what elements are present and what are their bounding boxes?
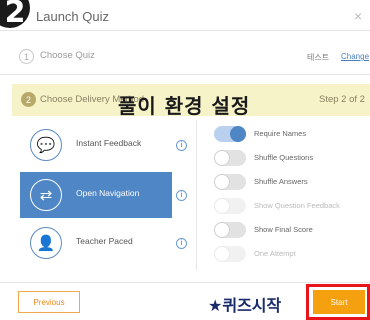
toggle-one-attempt[interactable]: One Attempt: [214, 244, 370, 264]
delivery-mode-label: Teacher Paced: [76, 236, 133, 246]
delivery-mode-label: Open Navigation: [76, 188, 140, 198]
step-number: 2: [21, 92, 36, 107]
toggle-switch[interactable]: [214, 174, 246, 190]
change-link[interactable]: Change: [341, 52, 369, 61]
delivery-mode-label: Instant Feedback: [76, 138, 142, 148]
toggle-switch[interactable]: [214, 222, 246, 238]
toggle-shuffle-answers[interactable]: Shuffle Answers: [214, 172, 370, 192]
toggle-label: Shuffle Answers: [254, 177, 308, 186]
info-icon[interactable]: i: [176, 190, 187, 201]
panel-divider: [196, 120, 197, 270]
toggle-require-names[interactable]: Require Names: [214, 124, 370, 144]
delivery-mode-instant-feedback[interactable]: 💬 Instant Feedback: [20, 122, 172, 168]
previous-button[interactable]: Previous: [18, 291, 80, 313]
toggle-switch[interactable]: [214, 126, 246, 142]
feedback-icon: 💬: [30, 129, 62, 161]
toggle-shuffle-questions[interactable]: Shuffle Questions: [214, 148, 370, 168]
overlay-caption: 풀이 환경 설정: [118, 94, 251, 118]
info-icon[interactable]: i: [176, 238, 187, 249]
delivery-mode-open-navigation[interactable]: ⇄ Open Navigation: [20, 172, 172, 218]
teacher-icon: 👤: [30, 227, 62, 259]
toggle-switch[interactable]: [214, 150, 246, 166]
info-icon[interactable]: i: [176, 140, 187, 151]
launch-quiz-dialog: 2 Launch Quiz × 1 Choose Quiz 테스트 Change…: [0, 0, 370, 320]
start-quiz-annotation: ★퀴즈시작: [208, 296, 282, 315]
toggle-switch[interactable]: [214, 246, 246, 262]
toggle-label: Require Names: [254, 129, 307, 138]
close-icon[interactable]: ×: [354, 8, 362, 24]
step-label: Choose Quiz: [40, 50, 95, 61]
toggle-label: Show Question Feedback: [254, 201, 340, 210]
toggle-label: One Attempt: [254, 249, 296, 258]
toggle-label: Show Final Score: [254, 225, 313, 234]
toggle-switch[interactable]: [214, 198, 246, 214]
navigation-icon: ⇄: [30, 179, 62, 211]
header-divider: [0, 30, 370, 31]
footer-divider: [0, 282, 370, 283]
step-number: 1: [19, 49, 34, 64]
step-divider: [0, 74, 370, 75]
selected-quiz-name: 테스트: [307, 53, 330, 62]
step-choose-quiz: 1 Choose Quiz 테스트 Change: [0, 44, 370, 72]
toggle-label: Shuffle Questions: [254, 153, 314, 162]
step-count: Step 2 of 2: [319, 94, 365, 105]
dialog-title: Launch Quiz: [36, 9, 109, 24]
step-number-badge: 2: [0, 0, 30, 30]
delivery-mode-teacher-paced[interactable]: 👤 Teacher Paced: [20, 220, 172, 266]
toggle-show-question-feedback[interactable]: Show Question Feedback: [214, 196, 370, 216]
start-button[interactable]: Start: [313, 290, 365, 314]
toggle-show-final-score[interactable]: Show Final Score: [214, 220, 370, 240]
